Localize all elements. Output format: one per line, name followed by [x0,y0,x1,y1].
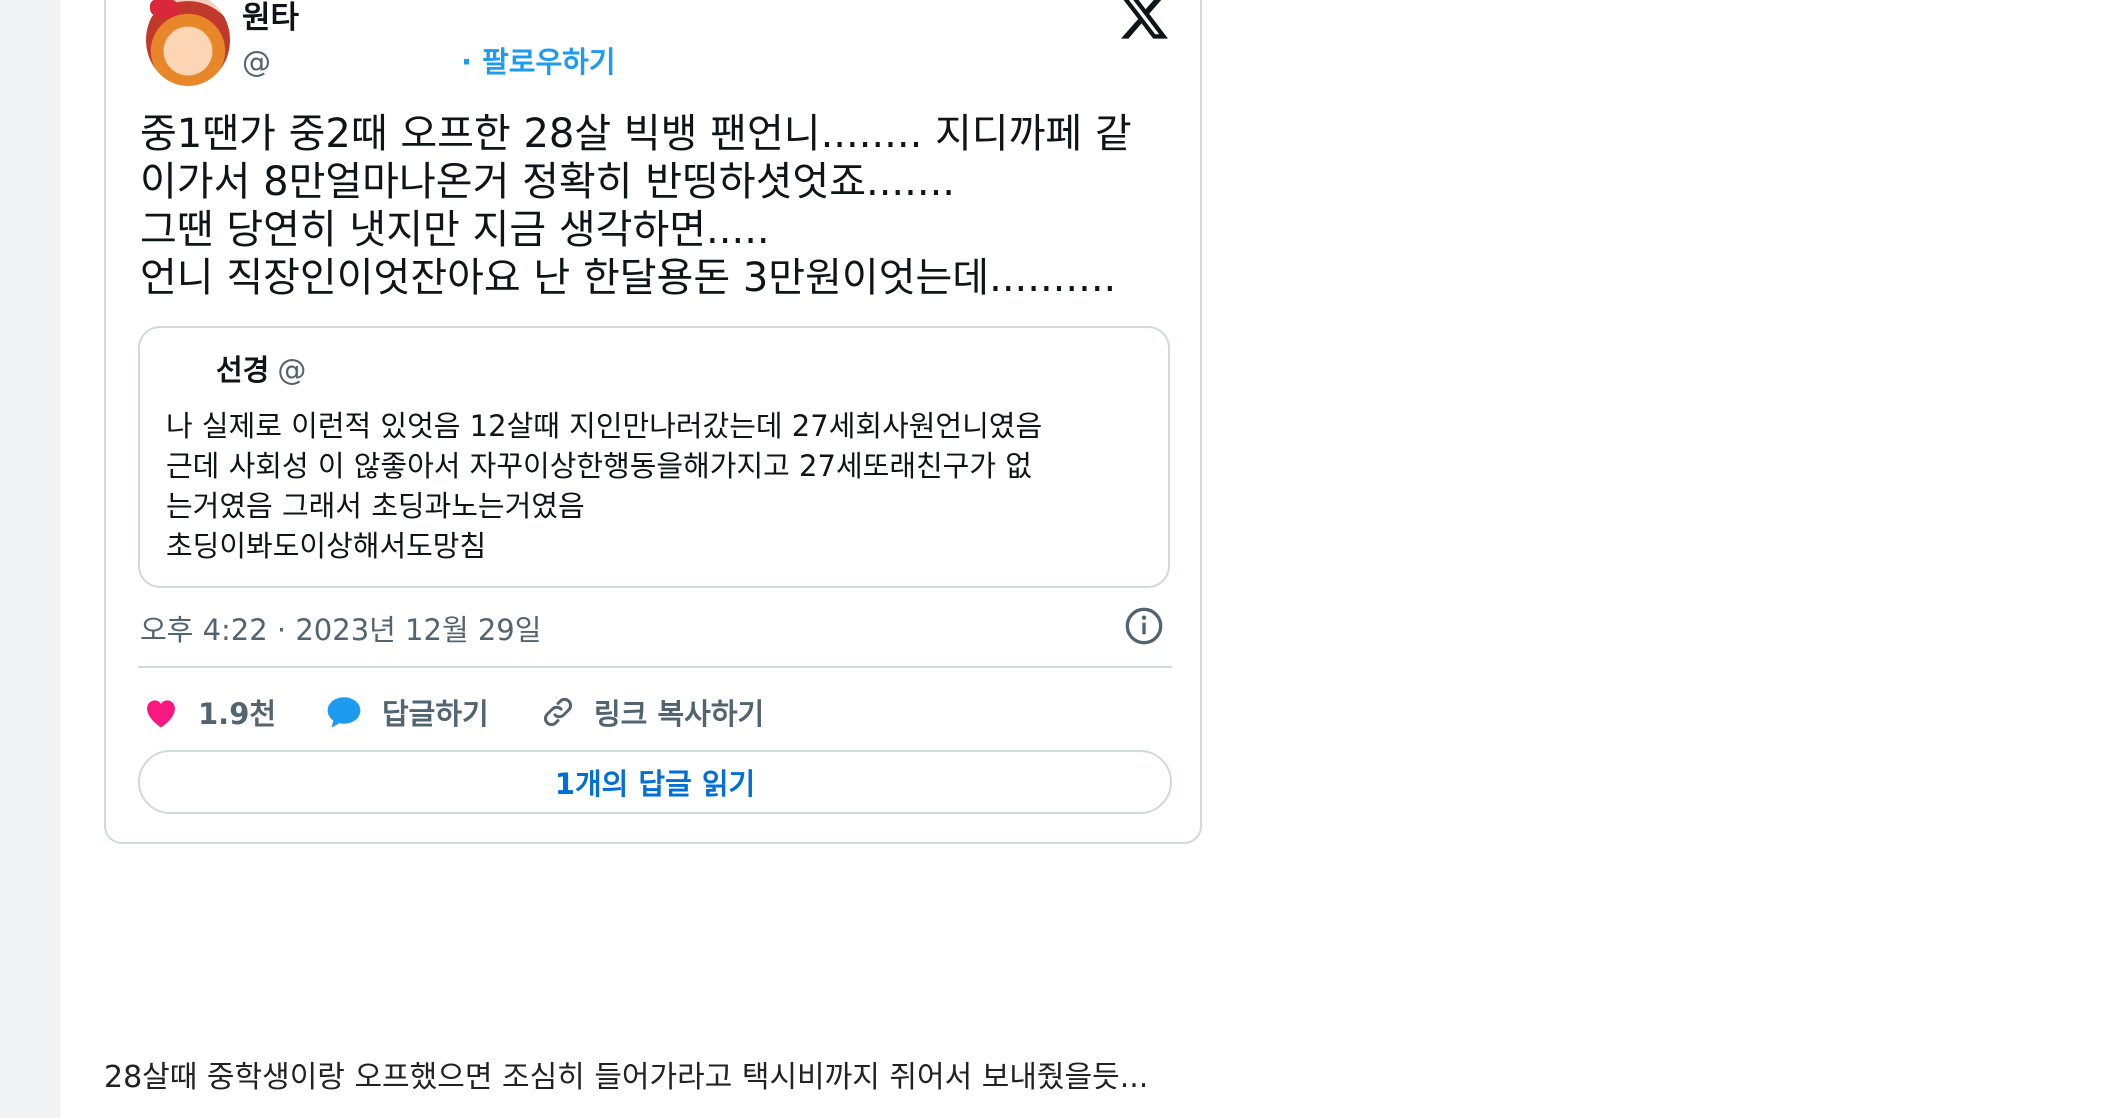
link-icon [544,698,572,726]
follow-button[interactable]: · 팔로우하기 [461,45,616,79]
reply-button[interactable]: 답글하기 [324,690,489,734]
copy-link-button[interactable]: 링크 복사하기 [540,690,764,734]
divider [138,666,1172,668]
like-count: 1.9천 [198,697,277,731]
display-name[interactable]: 원타 [242,0,299,38]
tweet-text: 중1땐가 중2때 오프한 28살 빅뱅 팬언니........ 지디까페 같 이… [140,111,1132,301]
quoted-author-handle: @ [277,353,307,387]
copy-link-label: 링크 복사하기 [594,697,765,731]
reply-bubble-icon [327,697,361,728]
avatar-bow [150,0,180,18]
reply-label: 답글하기 [382,697,489,731]
heart-icon [147,700,175,728]
x-logo-icon[interactable] [1120,0,1168,42]
info-icon[interactable] [1124,606,1164,646]
handle-line: @ · 팔로우하기 [242,44,616,80]
tweet-timestamp[interactable]: 오후 4:22 · 2023년 12월 29일 [140,610,541,650]
quoted-text: 나 실제로 이런적 있엇음 12살때 지인만나러갔는데 27세회사원언니였음 근… [166,409,1043,563]
handle[interactable]: @ [242,45,271,79]
read-replies-button[interactable]: 1개의 답글 읽기 [138,750,1172,814]
quoted-author: 선경 @ [216,352,306,388]
left-gutter [0,0,60,1118]
like-button[interactable]: 1.9천 [142,690,276,734]
quoted-author-name: 선경 [216,353,270,387]
quoted-tweet[interactable]: 선경 @ 나 실제로 이런적 있엇음 12살때 지인만나러갔는데 27세회사원언니… [138,326,1170,588]
post-comment-text: 28살때 중학생이랑 오프했으면 조심히 들어가라고 택시비까지 쥐어서 보내줬… [104,1060,1149,1095]
